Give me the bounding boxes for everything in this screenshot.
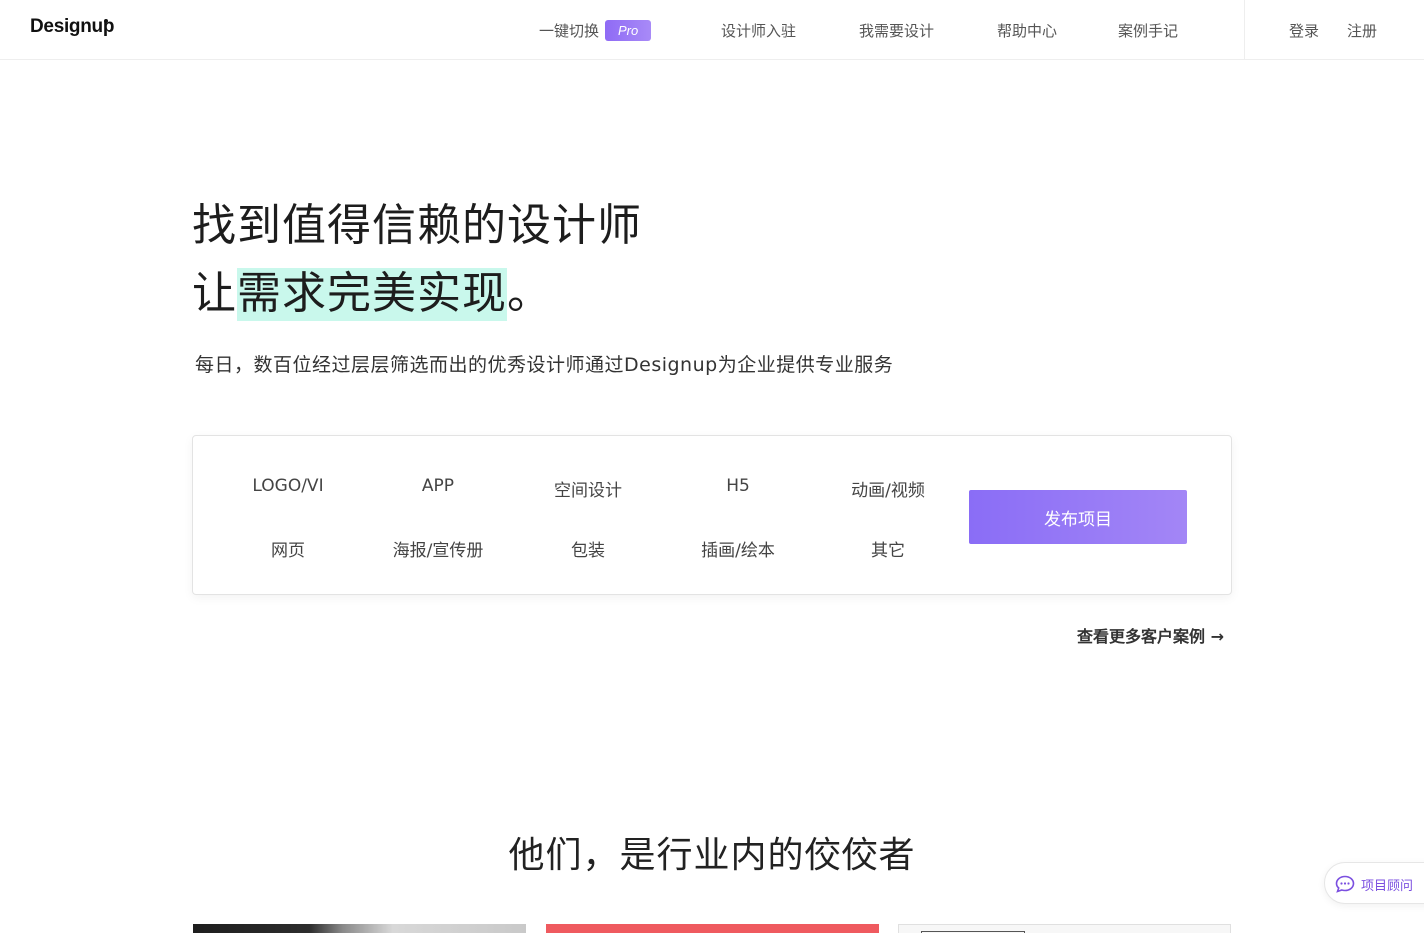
arrow-right-icon: → <box>1210 627 1224 646</box>
nav-help-center[interactable]: 帮助中心 <box>997 20 1057 41</box>
section-title: 他们，是行业内的佼佼者 <box>508 835 916 876</box>
nav-switch-label: 一键切换 <box>539 22 600 40</box>
category-webpage[interactable]: 网页 <box>213 536 363 561</box>
hero-title-highlight: 需求完美实现 <box>237 268 507 321</box>
category-h5[interactable]: H5 <box>663 476 813 496</box>
category-poster-brochure[interactable]: 海报/宣传册 <box>363 536 513 561</box>
hero-title-line1: 找到值得信赖的设计师 <box>192 200 642 251</box>
category-card: LOGO/VI APP 空间设计 H5 动画/视频 网页 海报/宣传册 包装 插… <box>192 435 1232 595</box>
category-packaging[interactable]: 包装 <box>513 536 663 561</box>
designup-logo[interactable]: Designup <box>30 16 114 38</box>
nav-divider <box>1244 0 1245 60</box>
hero-subtitle: 每日，数百位经过层层筛选而出的优秀设计师通过Designup为企业提供专业服务 <box>195 354 894 376</box>
more-cases-label: 查看更多客户案例 <box>1077 627 1206 646</box>
category-other[interactable]: 其它 <box>813 536 963 561</box>
top-navbar: Designup 一键切换 Pro 设计师入驻 我需要设计 帮助中心 案例手记 登… <box>0 0 1424 60</box>
pro-badge: Pro <box>605 20 652 41</box>
nav-designer-join[interactable]: 设计师入驻 <box>721 20 796 41</box>
more-cases-link[interactable]: 查看更多客户案例 → <box>1077 623 1224 647</box>
nav-switch-pro[interactable]: 一键切换 Pro <box>539 20 652 41</box>
login-link[interactable]: 登录 <box>1289 20 1319 41</box>
publish-project-button[interactable]: 发布项目 <box>969 490 1187 544</box>
category-space-design[interactable]: 空间设计 <box>513 476 663 501</box>
category-illustration[interactable]: 插画/绘本 <box>663 536 813 561</box>
showcase-card-3[interactable] <box>898 924 1231 933</box>
register-link[interactable]: 注册 <box>1347 20 1377 41</box>
hero-title-suffix: 。 <box>507 268 552 319</box>
project-advisor-label: 项目顾问 <box>1361 879 1414 894</box>
logo-dot <box>104 19 108 23</box>
showcase-card-2[interactable] <box>546 924 879 933</box>
category-animation-video[interactable]: 动画/视频 <box>813 476 963 501</box>
nav-case-notes[interactable]: 案例手记 <box>1118 20 1178 41</box>
category-app[interactable]: APP <box>363 476 513 496</box>
showcase-card-1[interactable] <box>193 924 526 933</box>
chat-bubble-icon <box>1335 875 1355 893</box>
project-advisor-button[interactable]: 项目顾问 <box>1324 862 1424 904</box>
hero-title-line2: 让需求完美实现。 <box>192 257 552 321</box>
hero-title-prefix: 让 <box>192 268 237 319</box>
nav-need-design[interactable]: 我需要设计 <box>859 20 934 41</box>
category-logo-vi[interactable]: LOGO/VI <box>213 476 363 496</box>
